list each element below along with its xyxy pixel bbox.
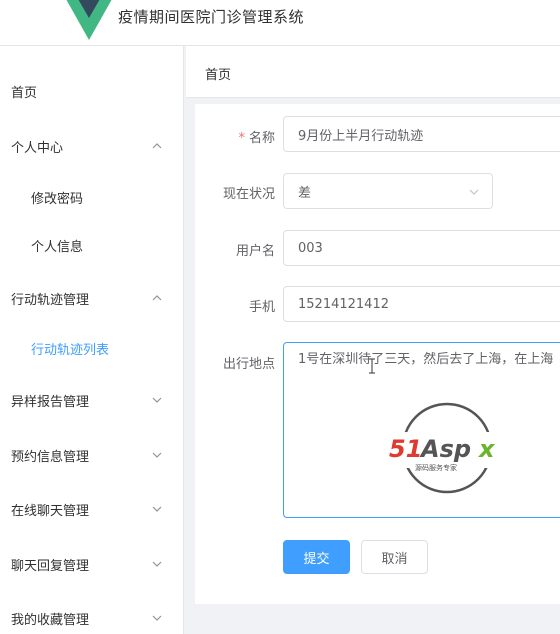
phone-field[interactable]: 15214121412 (283, 286, 560, 322)
status-label: 现在状况 (222, 187, 275, 202)
chevron-down-icon (152, 506, 162, 512)
chevron-down-icon (152, 561, 162, 567)
svg-text:源码服务专家: 源码服务专家 (415, 463, 457, 472)
vue-logo-icon (66, 0, 112, 40)
sidebar-item-label: 行动轨迹列表 (31, 342, 110, 358)
sidebar-item-label: 个人中心 (11, 140, 64, 156)
chevron-down-icon (469, 189, 479, 195)
status-select[interactable]: 差 (283, 173, 493, 209)
top-header: 疫情期间医院门诊管理系统 (0, 0, 560, 46)
sidebar-item-appointment[interactable]: 预约信息管理 (0, 429, 184, 481)
sidebar-item-label: 首页 (11, 85, 38, 101)
app-title: 疫情期间医院门诊管理系统 (118, 8, 305, 26)
watermark-logo: 51 Asp x 源码服务专家 (385, 402, 515, 494)
sidebar-item-label: 预约信息管理 (11, 449, 90, 465)
svg-text:x: x (478, 435, 496, 463)
username-label: 用户名 (235, 244, 275, 259)
sidebar-item-label: 我的收藏管理 (11, 612, 90, 628)
chevron-down-icon (152, 615, 162, 621)
sidebar-item-track-management[interactable]: 行动轨迹管理 (0, 272, 184, 324)
sidebar-item-personal-center[interactable]: 个人中心 (0, 120, 184, 172)
svg-text:51: 51 (389, 435, 422, 463)
breadcrumb: 首页 (186, 46, 560, 98)
chevron-down-icon (152, 452, 162, 458)
sidebar-item-favorites[interactable]: 我的收藏管理 (0, 592, 184, 634)
places-label: 出行地点 (222, 357, 275, 372)
name-field[interactable]: 9月份上半月行动轨迹 (283, 116, 560, 152)
svg-text:Asp: Asp (419, 435, 471, 463)
sidebar-item-label: 个人信息 (31, 239, 84, 255)
submit-button[interactable]: 提交 (283, 540, 350, 574)
cancel-button[interactable]: 取消 (361, 540, 428, 574)
chevron-up-icon (152, 295, 162, 301)
sidebar-item-abnormal-report[interactable]: 异样报告管理 (0, 374, 184, 426)
sidebar-item-track-list[interactable]: 行动轨迹列表 (0, 322, 184, 374)
sidebar-item-label: 异样报告管理 (11, 394, 90, 410)
status-select-value: 差 (298, 185, 312, 201)
breadcrumb-home[interactable]: 首页 (205, 64, 231, 83)
sidebar-item-label: 在线聊天管理 (11, 503, 90, 519)
sidebar-item-label: 聊天回复管理 (11, 558, 90, 574)
required-mark: * (238, 131, 245, 146)
sidebar-item-label: 修改密码 (31, 191, 84, 207)
chevron-up-icon (152, 143, 162, 149)
sidebar-item-personal-info[interactable]: 个人信息 (0, 219, 184, 271)
name-label: * 名称 (238, 131, 275, 146)
text-cursor-icon (369, 358, 375, 374)
edit-form: * 名称 9月份上半月行动轨迹 现在状况 差 用户名 003 手机 1521412… (195, 104, 560, 604)
sidebar-item-home[interactable]: 首页 (0, 65, 184, 117)
phone-label: 手机 (248, 300, 275, 315)
username-field[interactable]: 003 (283, 230, 560, 266)
sidebar-item-online-chat[interactable]: 在线聊天管理 (0, 483, 184, 535)
sidebar-item-label: 行动轨迹管理 (11, 292, 90, 308)
places-text: 1号在深圳待了三天，然后去了上海，在上海 (298, 352, 554, 367)
sidebar-item-change-password[interactable]: 修改密码 (0, 171, 184, 223)
sidebar-item-chat-reply[interactable]: 聊天回复管理 (0, 538, 184, 590)
chevron-down-icon (152, 397, 162, 403)
sidebar: 首页 个人中心 修改密码 个人信息 行动轨迹管理 行动轨迹列表 异样报告管理 预… (0, 46, 184, 634)
